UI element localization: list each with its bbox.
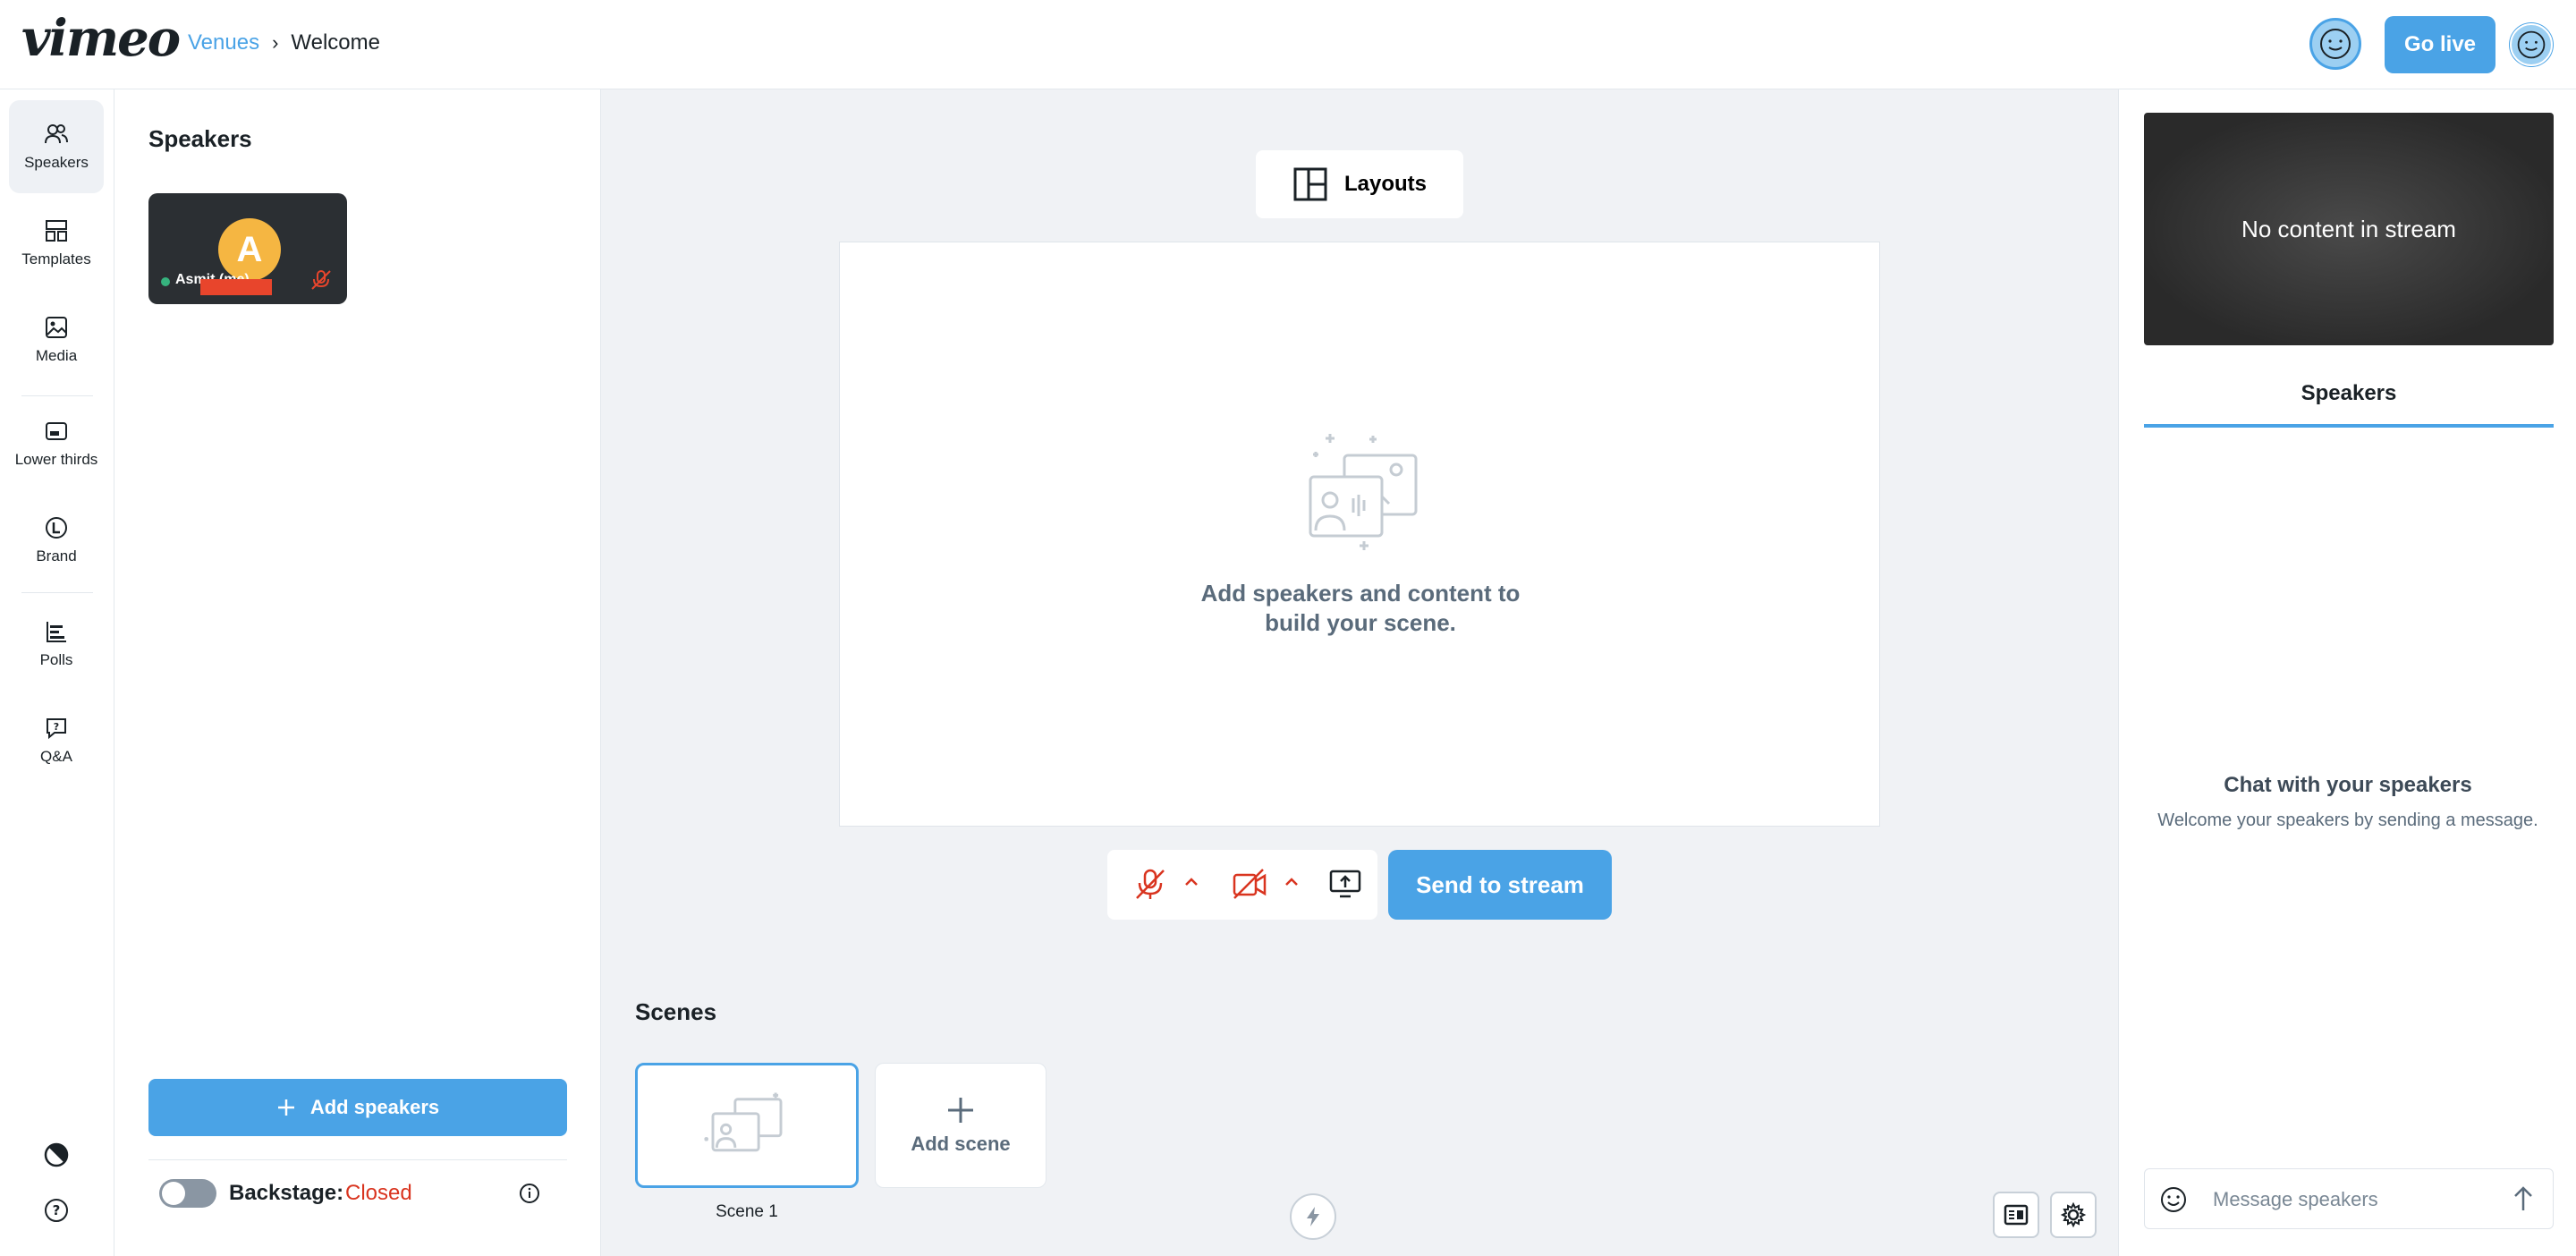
- stream-preview: No content in stream: [2144, 113, 2554, 345]
- emoji-icon[interactable]: [2159, 1185, 2188, 1214]
- chevron-right-icon: ›: [272, 31, 279, 54]
- breadcrumb: Venues › Welcome: [188, 30, 380, 55]
- stage-area: Layouts Add speakers and content to buil…: [601, 89, 2118, 1256]
- chevron-up-icon[interactable]: [1182, 873, 1200, 891]
- mic-muted-icon[interactable]: [309, 268, 333, 292]
- plus-icon: [948, 1098, 973, 1123]
- media-placeholder-icon: [704, 1092, 783, 1152]
- mic-muted-icon[interactable]: [1132, 866, 1168, 902]
- contrast-icon: [44, 1142, 69, 1167]
- image-icon: [46, 317, 67, 338]
- smiley-face-icon: [2320, 29, 2351, 59]
- rail-item-label: Speakers: [24, 154, 89, 171]
- theme-toggle-button[interactable]: [36, 1134, 77, 1175]
- empty-scene-line: Add speakers and content to: [1200, 580, 1521, 607]
- settings-button[interactable]: [2050, 1192, 2097, 1238]
- top-header: vimeo Venues › Welcome Go live: [0, 0, 2576, 89]
- media-controls: [1107, 850, 1377, 920]
- lightning-bolt-icon: [1307, 1207, 1319, 1226]
- rail-divider: [21, 592, 93, 593]
- send-arrow-icon[interactable]: [2508, 1184, 2538, 1214]
- panel-title: Speakers: [148, 125, 252, 152]
- message-composer: [2144, 1168, 2554, 1229]
- add-speakers-label: Add speakers: [309, 1096, 440, 1118]
- backstage-label: Backstage:: [229, 1181, 344, 1205]
- quick-actions-button[interactable]: [1290, 1193, 1336, 1240]
- layouts-label: Layouts: [1343, 172, 1427, 196]
- rail-item-label: Brand: [36, 547, 77, 564]
- redaction-bar: [200, 279, 272, 295]
- empty-scene-line: build your scene.: [1265, 609, 1456, 636]
- lower-thirds-icon: [46, 422, 67, 440]
- smiley-face-icon: [2517, 30, 2546, 59]
- media-placeholder-icon: [1309, 434, 1418, 550]
- screen-share-icon[interactable]: [1327, 866, 1363, 902]
- rail-item-speakers[interactable]: Speakers: [9, 100, 104, 193]
- rail-item-label: Media: [35, 347, 78, 364]
- rail-item-label: Polls: [39, 651, 73, 668]
- camera-off-icon[interactable]: [1231, 866, 1268, 902]
- left-nav-rail: Speakers Templates Media Lower thirds Br…: [0, 89, 114, 1256]
- rail-item-label: Lower thirds: [14, 451, 98, 468]
- add-scene-label: Add scene: [911, 1133, 1011, 1155]
- scenes-title: Scenes: [635, 998, 717, 1025]
- svg-text:?: ?: [53, 1202, 61, 1218]
- rail-item-label: Templates: [21, 250, 91, 267]
- tab-speakers[interactable]: Speakers: [2144, 374, 2554, 428]
- rail-item-qa[interactable]: ? Q&A: [9, 694, 104, 787]
- rail-item-lower-thirds[interactable]: Lower thirds: [9, 397, 104, 490]
- brand-icon: [46, 517, 67, 539]
- user-avatar[interactable]: [2309, 18, 2361, 70]
- chat-empty-title: Chat with your speakers: [2224, 773, 2472, 797]
- rail-item-label: Q&A: [40, 748, 72, 765]
- captions-button[interactable]: [1993, 1192, 2039, 1238]
- rail-divider: [21, 395, 93, 396]
- speaker-tile[interactable]: A Asmit (me): [148, 193, 347, 304]
- backstage-toggle[interactable]: [159, 1179, 216, 1208]
- send-to-stream-button[interactable]: Send to stream: [1388, 850, 1612, 920]
- polls-icon: [47, 622, 66, 642]
- stream-preview-text: No content in stream: [2241, 215, 2456, 242]
- scene-canvas: Add speakers and content to build your s…: [839, 242, 1880, 827]
- scene-label: Scene 1: [716, 1202, 778, 1221]
- add-speakers-button[interactable]: Add speakers: [148, 1079, 567, 1136]
- templates-icon: [46, 220, 67, 242]
- speakers-panel: Speakers A Asmit (me) Add speakers Backs…: [114, 89, 601, 1256]
- help-button[interactable]: ?: [36, 1190, 77, 1231]
- rail-item-media[interactable]: Media: [9, 293, 104, 386]
- account-avatar[interactable]: [2510, 23, 2553, 66]
- toggle-knob: [162, 1182, 185, 1205]
- chevron-up-icon[interactable]: [1283, 873, 1301, 891]
- message-input[interactable]: [2213, 1182, 2481, 1218]
- empty-scene-message: Add speakers and content to build your s…: [840, 579, 1881, 638]
- breadcrumb-current: Welcome: [291, 30, 380, 55]
- layout-grid-icon: [1293, 167, 1327, 201]
- layouts-button[interactable]: Layouts: [1256, 150, 1463, 218]
- gear-icon: [2060, 1201, 2087, 1228]
- right-panel: No content in stream Speakers Chat with …: [2118, 89, 2576, 1256]
- online-status-dot: [161, 277, 170, 286]
- go-live-button[interactable]: Go live: [2385, 16, 2496, 73]
- rail-item-polls[interactable]: Polls: [9, 598, 104, 691]
- add-scene-button[interactable]: Add scene: [875, 1063, 1046, 1188]
- chat-empty-subtitle: Welcome your speakers by sending a messa…: [2157, 810, 2538, 830]
- plus-icon: [277, 1099, 294, 1116]
- svg-text:?: ?: [54, 721, 59, 733]
- divider: [148, 1159, 567, 1160]
- scene-card[interactable]: [635, 1063, 859, 1188]
- backstage-status: Closed: [345, 1181, 412, 1205]
- rail-item-brand[interactable]: Brand: [9, 494, 104, 587]
- rail-item-templates[interactable]: Templates: [9, 197, 104, 290]
- qa-icon: ?: [47, 718, 66, 740]
- captions-icon: [2004, 1204, 2029, 1226]
- people-icon: [45, 124, 68, 144]
- info-icon[interactable]: [519, 1183, 540, 1204]
- breadcrumb-venues-link[interactable]: Venues: [188, 30, 259, 55]
- vimeo-logo[interactable]: vimeo: [21, 9, 181, 68]
- help-circle-icon: ?: [45, 1199, 68, 1222]
